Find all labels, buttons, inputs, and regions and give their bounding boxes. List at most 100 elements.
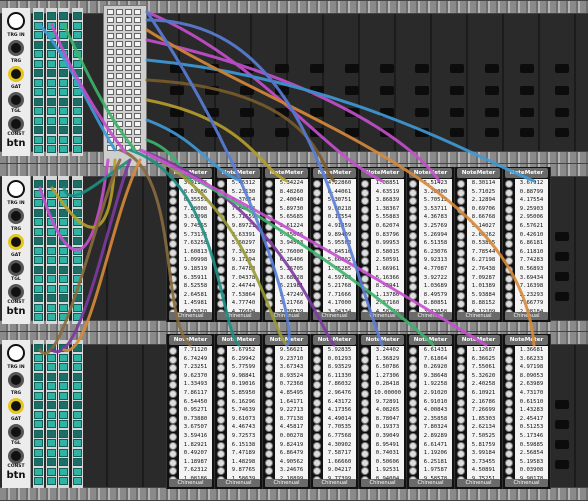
step-switch[interactable]	[47, 59, 56, 68]
step-switch[interactable]	[47, 284, 56, 293]
gat-jack-icon[interactable]	[8, 92, 24, 108]
sequencer-cell[interactable]	[134, 89, 141, 95]
step-switch[interactable]	[73, 246, 82, 255]
step-switch[interactable]	[34, 382, 43, 390]
trg-jack-icon[interactable]	[8, 234, 24, 250]
step-switch[interactable]	[47, 410, 56, 419]
step-switch[interactable]	[34, 401, 43, 409]
step-switch[interactable]	[47, 218, 56, 226]
tgl-jack-icon[interactable]	[8, 448, 24, 464]
gat-jack-icon[interactable]	[8, 260, 24, 276]
step-switch[interactable]	[34, 284, 43, 293]
step-switch[interactable]	[34, 303, 43, 312]
sequencer-cell[interactable]	[116, 73, 123, 79]
step-switch[interactable]	[34, 180, 43, 188]
sequencer-cell[interactable]	[134, 129, 141, 135]
trig-in-jack-icon[interactable]	[8, 372, 24, 388]
step-switch[interactable]	[73, 116, 82, 125]
sequencer-cell[interactable]	[134, 9, 141, 15]
step-switch[interactable]	[34, 227, 43, 236]
step-switch[interactable]	[47, 313, 56, 321]
step-switch[interactable]	[34, 126, 43, 134]
step-switch[interactable]	[59, 69, 68, 77]
sequencer-cell[interactable]	[116, 89, 123, 95]
step-switch[interactable]	[34, 391, 43, 400]
step-switch[interactable]	[34, 69, 43, 77]
sequencer-cell[interactable]	[107, 9, 114, 15]
step-switch[interactable]	[59, 126, 68, 134]
step-switch[interactable]	[34, 189, 43, 198]
trig-in-jack-icon[interactable]	[8, 40, 24, 56]
step-switch[interactable]	[73, 189, 82, 198]
step-switch[interactable]	[34, 467, 43, 476]
step-switch[interactable]	[59, 313, 68, 321]
step-switch[interactable]	[73, 294, 82, 302]
step-switch[interactable]	[73, 303, 82, 312]
sequencer-cell[interactable]	[107, 89, 114, 95]
step-switch[interactable]	[73, 97, 82, 106]
step-switch[interactable]	[59, 382, 68, 390]
step-switch[interactable]	[34, 429, 43, 438]
sequencer-cell[interactable]	[134, 137, 141, 143]
step-switch[interactable]	[34, 458, 43, 466]
step-switch[interactable]	[73, 199, 82, 207]
step-switch[interactable]	[47, 363, 56, 371]
step-switch[interactable]	[34, 344, 43, 352]
step-switch[interactable]	[47, 372, 56, 381]
trig-in-jack-icon[interactable]	[8, 208, 24, 224]
step-switch[interactable]	[34, 246, 43, 255]
step-switch[interactable]	[59, 410, 68, 419]
step-switch[interactable]	[59, 227, 68, 236]
step-switch[interactable]	[59, 420, 68, 428]
step-switch[interactable]	[73, 69, 82, 77]
step-switch[interactable]	[73, 40, 82, 49]
step-switch[interactable]	[59, 97, 68, 106]
step-switch[interactable]	[34, 237, 43, 245]
step-switch[interactable]	[73, 344, 82, 352]
step-switch[interactable]	[34, 372, 43, 381]
step-switch[interactable]	[34, 265, 43, 274]
step-switch[interactable]	[73, 256, 82, 264]
step-switch[interactable]	[34, 31, 43, 39]
sequencer-cell[interactable]	[125, 73, 132, 79]
sequencer-cell[interactable]	[107, 129, 114, 135]
step-switch[interactable]	[34, 12, 43, 20]
sequencer-cell[interactable]	[134, 97, 141, 103]
step-switch[interactable]	[47, 199, 56, 207]
step-switch[interactable]	[47, 31, 56, 39]
step-switch[interactable]	[59, 372, 68, 381]
step-switch[interactable]	[34, 294, 43, 302]
step-switch[interactable]	[73, 467, 82, 476]
sequencer-cell[interactable]	[125, 33, 132, 39]
step-switch[interactable]	[73, 237, 82, 245]
step-switch[interactable]	[47, 420, 56, 428]
step-switch[interactable]	[59, 180, 68, 188]
step-switch[interactable]	[34, 439, 43, 447]
step-switch[interactable]	[34, 313, 43, 321]
sequencer-cell[interactable]	[125, 137, 132, 143]
step-switch[interactable]	[47, 116, 56, 125]
step-switch[interactable]	[59, 265, 68, 274]
step-switch[interactable]	[34, 208, 43, 217]
step-switch[interactable]	[47, 12, 56, 20]
sequencer-cell[interactable]	[107, 121, 114, 127]
step-switch[interactable]	[59, 208, 68, 217]
sequencer-cell[interactable]	[116, 9, 123, 15]
step-switch[interactable]	[59, 88, 68, 96]
step-switch[interactable]	[47, 448, 56, 457]
step-switch[interactable]	[47, 275, 56, 283]
step-switch[interactable]	[59, 107, 68, 115]
sequencer-cell[interactable]	[134, 145, 141, 151]
step-switch[interactable]	[59, 448, 68, 457]
sequencer-cell[interactable]	[134, 73, 141, 79]
step-switch[interactable]	[73, 227, 82, 236]
sequencer-cell[interactable]	[125, 89, 132, 95]
trg-jack-icon[interactable]	[8, 66, 24, 82]
sequencer-cell[interactable]	[125, 121, 132, 127]
step-switch[interactable]	[59, 467, 68, 476]
sequencer-cell[interactable]	[125, 49, 132, 55]
step-switch[interactable]	[47, 458, 56, 466]
sequencer-cell[interactable]	[116, 105, 123, 111]
step-switch[interactable]	[59, 344, 68, 352]
step-switch[interactable]	[73, 59, 82, 68]
